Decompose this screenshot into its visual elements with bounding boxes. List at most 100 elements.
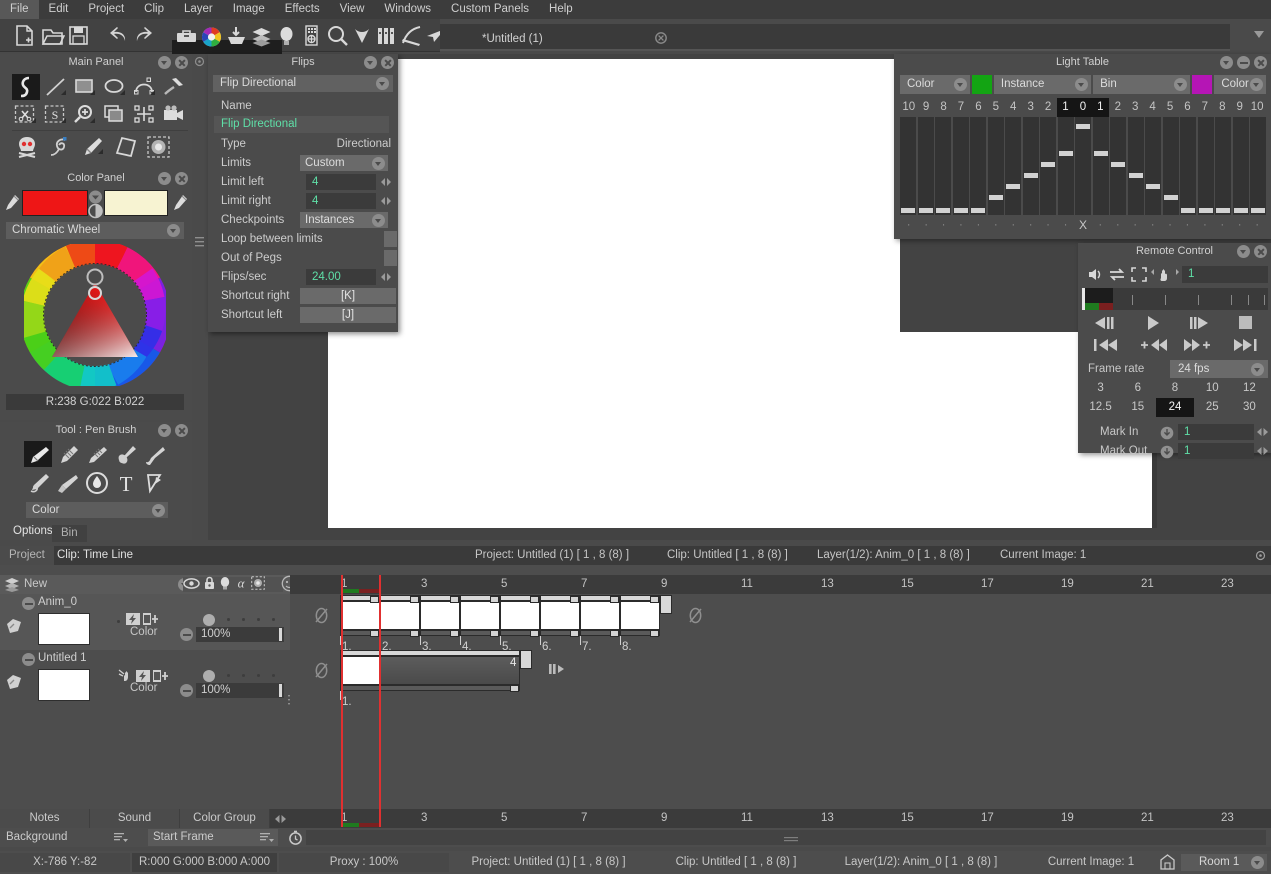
light-table-color-swatch[interactable]: [971, 75, 992, 94]
light-table-column-label[interactable]: 4: [1005, 98, 1022, 117]
slider-handle[interactable]: [1111, 161, 1125, 167]
light-table-column-label[interactable]: 2: [1109, 98, 1126, 117]
paint-brush[interactable]: [53, 469, 81, 495]
timeline-cell[interactable]: [540, 601, 580, 630]
stop-icon[interactable]: [1222, 313, 1269, 333]
background-select[interactable]: Background: [2, 829, 132, 846]
hand-icon[interactable]: [1150, 267, 1180, 285]
minimize-icon[interactable]: [1237, 56, 1250, 69]
frame-rate-preset-30[interactable]: 30: [1231, 398, 1268, 417]
pin-icon[interactable]: [1255, 550, 1266, 564]
cell-handle[interactable]: [510, 685, 519, 692]
eyedropper-icon[interactable]: [2, 192, 22, 216]
lock-icon[interactable]: [203, 576, 216, 593]
grip-icon[interactable]: [195, 236, 204, 253]
ellipse-tool[interactable]: [101, 74, 129, 100]
save-disk-icon[interactable]: [66, 23, 91, 48]
close-icon[interactable]: [1254, 245, 1267, 258]
light-table-slider[interactable]: [1180, 117, 1196, 215]
swap-colors-icon[interactable]: [88, 189, 103, 219]
chevron-down-icon[interactable]: [1251, 856, 1264, 869]
loop-icon[interactable]: [1108, 267, 1126, 285]
collapse-icon[interactable]: [364, 56, 377, 69]
cell-handle[interactable]: [490, 596, 499, 603]
warp-tool[interactable]: [111, 133, 139, 159]
horizontal-scrollbar[interactable]: [306, 830, 1266, 845]
slider-handle[interactable]: [1023, 172, 1038, 178]
track-cursor[interactable]: [1082, 288, 1085, 310]
slider-handle[interactable]: [1233, 208, 1248, 213]
step-back-icon[interactable]: [1082, 313, 1129, 333]
light-table-slider[interactable]: [1005, 117, 1021, 215]
light-table-slider[interactable]: [1250, 117, 1266, 215]
playhead-end[interactable]: [379, 575, 381, 827]
flip-row-input[interactable]: 24.00: [306, 269, 376, 285]
layer-opacity-slider[interactable]: 100%: [196, 683, 284, 698]
paint-bucket-icon[interactable]: [224, 23, 249, 48]
menu-item-custom-panels[interactable]: Custom Panels: [441, 0, 539, 19]
close-icon[interactable]: [175, 56, 188, 69]
room-icon[interactable]: [1160, 854, 1175, 873]
light-table-column-label[interactable]: 3: [1126, 98, 1143, 117]
chevron-down-icon[interactable]: [372, 156, 385, 170]
stopwatch-icon[interactable]: [288, 830, 303, 848]
light-table-column-label[interactable]: 4: [1144, 98, 1161, 117]
light-table-column-label[interactable]: 9: [1231, 98, 1248, 117]
background-color-swatch[interactable]: [104, 190, 168, 216]
start-frame-select[interactable]: Start Frame: [148, 829, 278, 846]
ink-drop-brush[interactable]: [82, 469, 110, 495]
magic-hat-icon[interactable]: [350, 23, 375, 48]
cell-handle[interactable]: [610, 630, 619, 637]
bottom-tab-sound[interactable]: Sound: [90, 809, 180, 828]
menu-item-windows[interactable]: Windows: [374, 0, 441, 19]
chevron-down-icon[interactable]: [152, 503, 165, 517]
flip-row-input[interactable]: 4: [306, 193, 376, 209]
flip-row-shortcut[interactable]: [K]: [300, 288, 396, 304]
light-table-slider[interactable]: [987, 117, 1004, 215]
mark-in-set-icon[interactable]: [1160, 426, 1174, 443]
slider-handle[interactable]: [1006, 184, 1020, 190]
light-table-slider[interactable]: [1040, 117, 1056, 215]
slider-handle[interactable]: [1251, 208, 1265, 213]
light-table-column-label[interactable]: 1: [1056, 98, 1075, 117]
menu-item-help[interactable]: Help: [539, 0, 583, 19]
cell-handle[interactable]: [530, 630, 539, 637]
slider-handle[interactable]: [1128, 172, 1143, 178]
round-brush[interactable]: [111, 441, 139, 467]
camera-tool[interactable]: [160, 102, 188, 128]
frame-rate-preset-3[interactable]: 3: [1082, 379, 1119, 398]
menu-item-project[interactable]: Project: [78, 0, 134, 19]
rectangle-tool[interactable]: [71, 74, 99, 100]
curve-ruler-icon[interactable]: [399, 23, 424, 48]
collapse-icon[interactable]: [158, 56, 171, 69]
track-end-tab[interactable]: [520, 650, 532, 669]
chevron-down-icon[interactable]: [372, 213, 385, 227]
light-table-column-label[interactable]: 5: [987, 98, 1004, 117]
minus-icon[interactable]: [180, 628, 193, 644]
state-dot-active[interactable]: [203, 613, 215, 626]
slider-handle[interactable]: [971, 208, 985, 213]
color-wheel-icon[interactable]: [199, 23, 224, 48]
bottom-tab-scroll-arrows[interactable]: [270, 809, 290, 828]
grip-icon[interactable]: [784, 835, 798, 847]
close-icon[interactable]: [655, 32, 667, 47]
eyedropper-icon[interactable]: [170, 192, 190, 216]
light-table-slider[interactable]: [1232, 117, 1249, 215]
frame-rate-preset-12[interactable]: 12: [1231, 379, 1268, 398]
pen-nib-tool[interactable]: [78, 133, 106, 159]
light-table-column-label[interactable]: 3: [1022, 98, 1039, 117]
light-table-slider[interactable]: [1075, 117, 1091, 215]
close-icon[interactable]: [175, 172, 188, 185]
chevron-down-icon[interactable]: [1075, 78, 1089, 91]
flip-row-checkbox[interactable]: [384, 231, 397, 247]
light-table-slider[interactable]: [1022, 117, 1039, 215]
light-table-column-label[interactable]: 6: [1179, 98, 1196, 117]
frame-rate-preset-8[interactable]: 8: [1156, 379, 1193, 398]
cell-handle[interactable]: [410, 596, 419, 603]
layer-block-untitled1[interactable]: Untitled 1 Color 100%: [0, 650, 299, 710]
cell-handle[interactable]: [570, 596, 579, 603]
line-tool[interactable]: [42, 74, 70, 100]
state-dot-active[interactable]: [203, 669, 215, 682]
collapse-icon[interactable]: [1237, 245, 1250, 258]
light-table-slider[interactable]: [970, 117, 986, 215]
